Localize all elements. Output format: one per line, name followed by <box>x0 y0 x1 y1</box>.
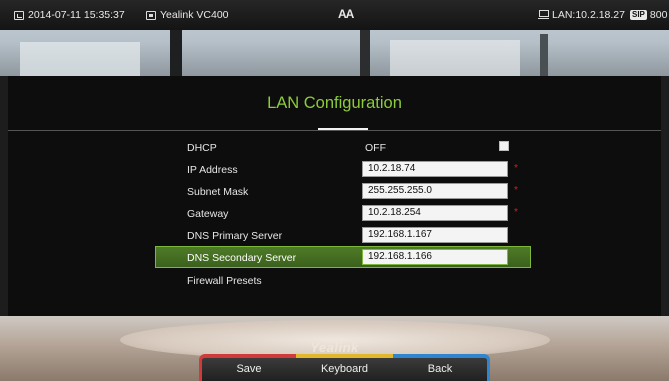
settings-row-firewall-presets[interactable]: Firewall Presets <box>155 269 531 291</box>
softkey-bar: Save Keyboard Back <box>199 354 491 381</box>
ip-address-label: IP Address <box>187 164 238 176</box>
save-button[interactable]: Save <box>199 354 296 381</box>
dhcp-value: OFF <box>365 142 386 154</box>
settings-row-dns-secondary[interactable]: DNS Secondary Server 192.168.1.166 <box>155 246 531 268</box>
status-bar: 2014-07-11 15:35:37 Yealink VC400 AA LAN… <box>0 0 669 30</box>
datetime: 2014-07-11 15:35:37 <box>14 9 125 21</box>
ip-address-field[interactable]: 10.2.18.74 <box>362 161 508 177</box>
font-size-icon[interactable]: AA <box>338 7 354 21</box>
device-name-text: Yealink VC400 <box>160 9 229 21</box>
settings-row-ip-address[interactable]: IP Address 10.2.18.74 * <box>155 158 531 180</box>
network-icon <box>538 10 549 20</box>
title-divider <box>8 130 661 131</box>
page-title: LAN Configuration <box>267 94 402 112</box>
required-marker: * <box>514 185 518 196</box>
lan-configuration-dialog: LAN Configuration DHCP OFF IP Address 10… <box>8 76 661 316</box>
settings-row-subnet-mask[interactable]: Subnet Mask 255.255.255.0 * <box>155 180 531 202</box>
sip-icon: SIP <box>630 10 647 20</box>
dhcp-checkbox[interactable] <box>499 141 509 151</box>
dns-secondary-label: DNS Secondary Server <box>187 252 297 264</box>
settings-row-dns-primary[interactable]: DNS Primary Server 192.168.1.167 <box>155 224 531 246</box>
lan-status: LAN:10.2.18.27 <box>538 9 625 21</box>
sip-number: 800 <box>649 9 668 21</box>
subnet-mask-label: Subnet Mask <box>187 186 249 198</box>
sip-status: SIP 800 <box>630 9 667 21</box>
dhcp-label: DHCP <box>187 142 217 154</box>
device-name: Yealink VC400 <box>146 9 229 21</box>
required-marker: * <box>514 163 518 174</box>
datetime-text: 2014-07-11 15:35:37 <box>28 9 125 21</box>
back-button[interactable]: Back <box>393 354 490 381</box>
dns-primary-field[interactable]: 192.168.1.167 <box>362 227 508 243</box>
settings-row-dhcp[interactable]: DHCP OFF <box>155 136 531 158</box>
gateway-label: Gateway <box>187 208 229 220</box>
brand-logo: Yealink <box>310 340 359 355</box>
lan-text: LAN:10.2.18.27 <box>552 9 625 21</box>
subnet-mask-field[interactable]: 255.255.255.0 <box>362 183 508 199</box>
gateway-field[interactable]: 10.2.18.254 <box>362 205 508 221</box>
monitor-icon <box>146 10 156 20</box>
required-marker: * <box>514 207 518 218</box>
keyboard-button[interactable]: Keyboard <box>296 354 393 381</box>
dns-secondary-field[interactable]: 192.168.1.166 <box>362 249 508 265</box>
settings-row-gateway[interactable]: Gateway 10.2.18.254 * <box>155 202 531 224</box>
firewall-presets-label: Firewall Presets <box>187 275 262 287</box>
dns-primary-label: DNS Primary Server <box>187 230 283 242</box>
calendar-icon <box>14 10 24 20</box>
